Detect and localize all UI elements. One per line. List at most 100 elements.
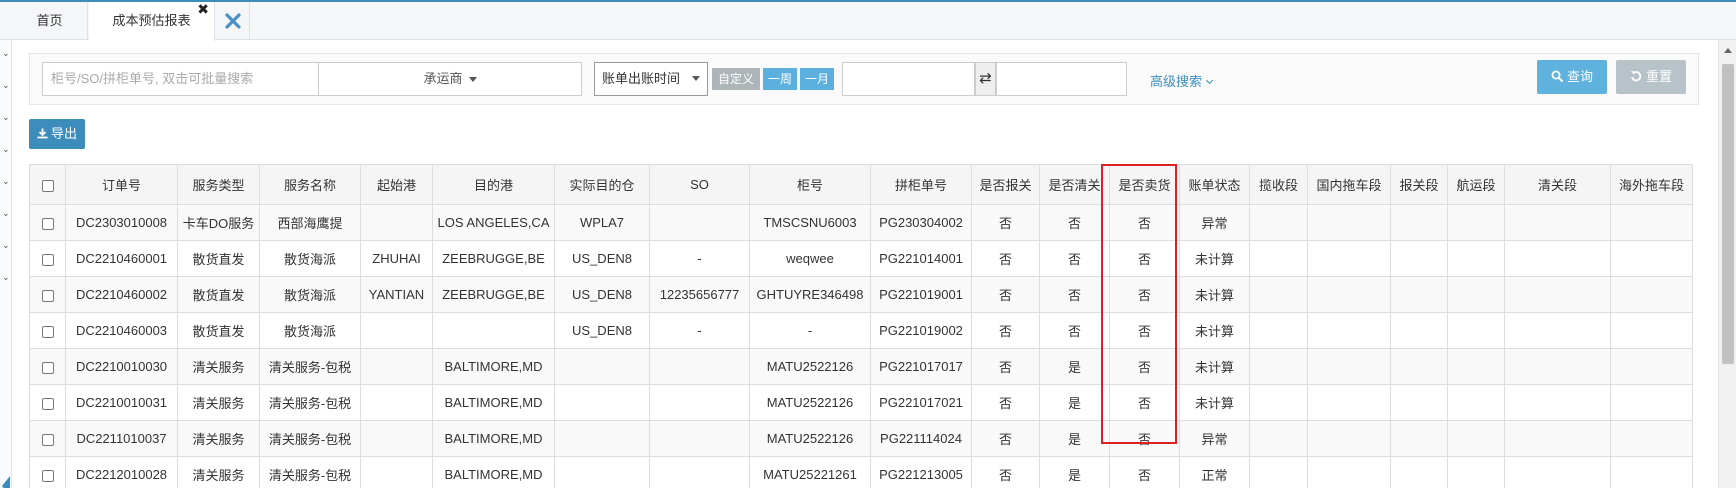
row-select-cell: [29, 276, 66, 313]
table-row[interactable]: DC2210460002 散货直发 散货海派 YANTIAN ZEEBRUGGE,BE U…: [29, 276, 1693, 313]
table-cell: US_DEN8: [554, 312, 650, 349]
table-cell: ZEEBRUGGE,BE: [432, 240, 555, 277]
one-week-button[interactable]: 一周: [763, 68, 797, 90]
table-cell: 否: [971, 348, 1040, 385]
column-header[interactable]: 目的港: [432, 164, 555, 205]
column-header[interactable]: 实际目的仓: [554, 164, 650, 205]
table-cell: [360, 384, 433, 421]
table-row[interactable]: DC2210460001 散货直发 散货海派 ZHUHAI ZEEBRUGGE,BE US…: [29, 240, 1693, 277]
table-cell: [1249, 348, 1308, 385]
row-select-cell: [29, 384, 66, 421]
table-cell: 未计算: [1179, 312, 1250, 349]
table-cell: 未计算: [1179, 348, 1250, 385]
table-cell: 否: [971, 456, 1040, 488]
sidebar-collapsed: ⌄ ⌄ ⌄ ⌄ ⌄ ⌄ ⌄ ⌄: [0, 40, 12, 488]
table-cell: 清关服务-包税: [259, 384, 361, 421]
column-header[interactable]: SO: [649, 164, 750, 205]
column-header[interactable]: 起始港: [360, 164, 433, 205]
table-cell: 清关服务-包税: [259, 348, 361, 385]
row-checkbox[interactable]: [41, 217, 54, 230]
end-date-input[interactable]: [996, 62, 1127, 96]
table-row[interactable]: DC2211010037 清关服务 清关服务-包税 BALTIMORE,MD MATU2…: [29, 420, 1693, 457]
row-select-cell: [29, 204, 66, 241]
sidebar-toggle-icon[interactable]: [2, 476, 10, 488]
table-cell: PG221014001: [870, 240, 972, 277]
table-cell: 异常: [1179, 204, 1250, 241]
tab-cost-estimate-report[interactable]: 成本预估报表 ✖: [89, 0, 215, 41]
tab-home[interactable]: 首页: [12, 2, 88, 40]
table-row[interactable]: DC2210460003 散货直发 散货海派 US_DEN8- - PG221019002…: [29, 312, 1693, 349]
chevron-down-icon: ⌄: [2, 272, 10, 282]
row-checkbox[interactable]: [41, 361, 54, 374]
query-button[interactable]: 查询: [1537, 60, 1607, 94]
column-header[interactable]: 报关段: [1390, 164, 1448, 205]
table-cell: DC2303010008: [65, 204, 178, 241]
table-row[interactable]: DC2210010030 清关服务 清关服务-包税 BALTIMORE,MD MATU2…: [29, 348, 1693, 385]
export-button[interactable]: 导出: [29, 119, 85, 149]
column-header[interactable]: 航运段: [1447, 164, 1505, 205]
vertical-scrollbar[interactable]: [1718, 40, 1736, 488]
column-header[interactable]: 海外拖车段: [1610, 164, 1693, 205]
scroll-up-icon[interactable]: [1724, 48, 1732, 53]
custom-range-button[interactable]: 自定义: [712, 68, 760, 90]
row-select-cell: [29, 312, 66, 349]
one-month-button[interactable]: 一月: [800, 68, 834, 90]
table-cell: [1447, 204, 1505, 241]
column-header[interactable]: 是否报关: [971, 164, 1040, 205]
row-checkbox[interactable]: [41, 325, 54, 338]
table-cell: DC2211010037: [65, 420, 178, 457]
table-cell: [1249, 240, 1308, 277]
scrollbar-thumb[interactable]: [1722, 64, 1734, 364]
start-date-input[interactable]: [842, 62, 975, 96]
table-cell: LOS ANGELES,CA: [432, 204, 555, 241]
table-row[interactable]: DC2303010008 卡车DO服务 西部海鹰提 LOS ANGELES,CA WPL…: [29, 204, 1693, 241]
column-header[interactable]: 是否清关: [1039, 164, 1110, 205]
column-header[interactable]: 国内拖车段: [1307, 164, 1391, 205]
table-cell: 否: [1109, 420, 1180, 457]
row-select-cell: [29, 420, 66, 457]
table-cell: PG221213005: [870, 456, 972, 488]
table-cell: [1504, 240, 1611, 277]
date-type-select[interactable]: 账单出账时间: [594, 62, 708, 96]
carrier-select[interactable]: 承运商: [318, 62, 582, 96]
row-checkbox[interactable]: [41, 433, 54, 446]
reset-label: 重置: [1645, 69, 1672, 84]
row-checkbox[interactable]: [41, 253, 54, 266]
table-cell: [1447, 348, 1505, 385]
table-row[interactable]: DC2210010031 清关服务 清关服务-包税 BALTIMORE,MD MATU2…: [29, 384, 1693, 421]
chevron-down-icon: ⌄: [2, 112, 10, 122]
select-all-checkbox[interactable]: [41, 179, 54, 192]
table-cell: [1447, 384, 1505, 421]
column-header[interactable]: 服务名称: [259, 164, 361, 205]
table-cell: [1249, 384, 1308, 421]
column-header[interactable]: 账单状态: [1179, 164, 1250, 205]
table-cell: 散货海派: [259, 276, 361, 313]
query-label: 查询: [1566, 69, 1593, 84]
table-cell: [1249, 420, 1308, 457]
row-checkbox[interactable]: [41, 289, 54, 302]
row-checkbox[interactable]: [41, 469, 54, 482]
container-search-input[interactable]: 柜号/SO/拼柜单号, 双击可批量搜索: [42, 62, 320, 96]
table-cell: [1307, 384, 1391, 421]
table-cell: 12235656777: [649, 276, 750, 313]
column-header[interactable]: 拼柜单号: [870, 164, 972, 205]
reset-button[interactable]: 重置: [1616, 60, 1686, 94]
column-header[interactable]: 是否卖货: [1109, 164, 1180, 205]
table-cell: [649, 348, 750, 385]
table-cell: [1390, 384, 1448, 421]
column-header[interactable]: 清关段: [1504, 164, 1611, 205]
column-header[interactable]: 揽收段: [1249, 164, 1308, 205]
close-all-tabs-button[interactable]: [216, 2, 250, 40]
table-cell: [1447, 276, 1505, 313]
table-cell: BALTIMORE,MD: [432, 456, 555, 488]
table-cell: 散货海派: [259, 312, 361, 349]
row-checkbox[interactable]: [41, 397, 54, 410]
close-tab-icon[interactable]: ✖: [197, 0, 209, 28]
column-header[interactable]: 订单号: [65, 164, 178, 205]
table-cell: DC2210460001: [65, 240, 178, 277]
advanced-search-link[interactable]: 高级搜索: [1150, 71, 1214, 90]
table-row[interactable]: DC2212010028 清关服务 清关服务-包税 BALTIMORE,MD MATU2…: [29, 456, 1693, 488]
column-header[interactable]: 柜号: [749, 164, 871, 205]
column-header[interactable]: 服务类型: [177, 164, 260, 205]
table-cell: 清关服务: [177, 456, 260, 488]
